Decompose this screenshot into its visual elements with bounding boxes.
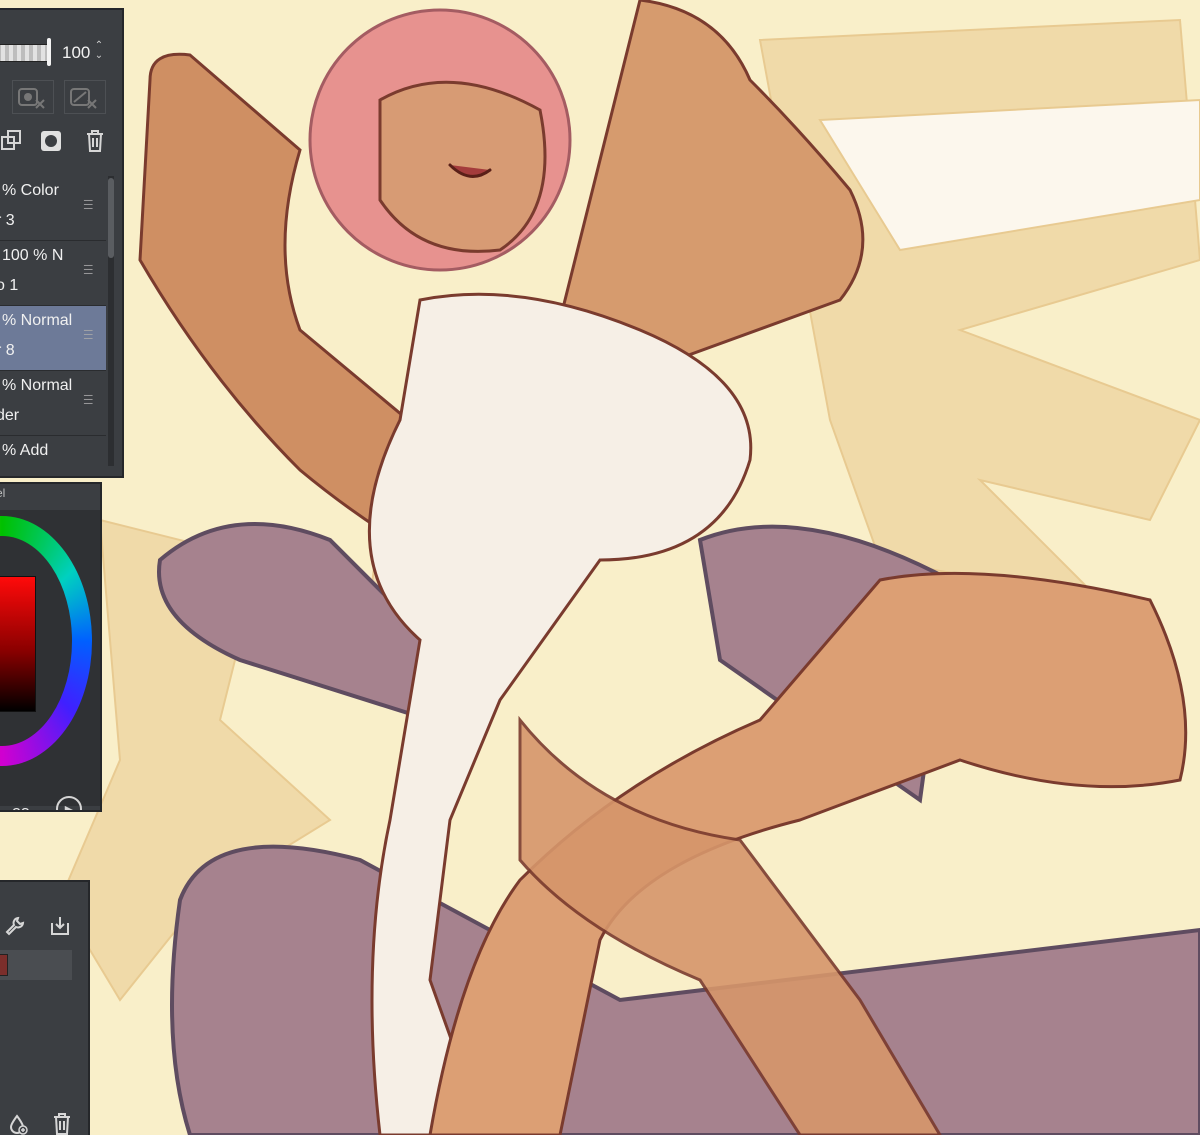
record-icon-button[interactable] (36, 126, 66, 156)
layer-row-selected[interactable]: % Normal r 8 ─── (0, 306, 106, 371)
layer-opacity-control[interactable]: 100 ⌃ ⌄ (0, 34, 122, 66)
layer-list: % Color r 3 ─── 100 % N o 1 ─── % Normal… (0, 176, 106, 468)
layer-blend-mode: % Normal (2, 377, 73, 394)
wrench-icon (5, 916, 25, 936)
color-wheel-area: 23 ▶ (0, 510, 100, 810)
opacity-stepper[interactable]: ⌃ ⌄ (92, 41, 106, 63)
layer-scrollbar[interactable] (108, 176, 114, 466)
layer-row[interactable]: % Add (0, 436, 106, 476)
layer-row[interactable]: % Color r 3 ─── (0, 176, 106, 241)
sub-tool-panel (0, 880, 90, 1135)
record-icon (41, 131, 61, 151)
layer-menu-icon[interactable]: ─ ─ ─ (84, 389, 93, 409)
layer-menu-icon[interactable]: ─ ─ ─ (84, 324, 93, 344)
color-chip (0, 954, 8, 976)
layer-blend-mode: % Add (2, 442, 49, 459)
layer-blend-mode: % Normal (2, 312, 73, 329)
delete-sub-tool-button[interactable] (48, 1110, 76, 1135)
layer-name: der (0, 407, 20, 424)
droplet-add-icon (9, 1114, 28, 1135)
color-panel: el 23 ▶ (0, 482, 102, 812)
delete-layer-button[interactable] (80, 126, 110, 156)
ruler-mask-icon-button[interactable] (64, 80, 106, 114)
ruler-mask-icon (70, 88, 97, 109)
layer-menu-icon[interactable]: ─ ─ ─ (84, 259, 93, 279)
layer-row[interactable]: 100 % N o 1 ─── (0, 241, 106, 306)
mask-icon-button[interactable] (12, 80, 54, 114)
color-panel-title: el (0, 486, 6, 500)
add-droplet-button[interactable] (4, 1110, 32, 1135)
layer-blend-mode: % Color (2, 182, 59, 199)
layer-blend-mode: 100 % N (2, 247, 64, 264)
color-value-label: 23 (12, 806, 30, 810)
copy-icon (1, 130, 21, 150)
opacity-slider-knob[interactable] (47, 38, 51, 66)
trash-icon (87, 130, 103, 152)
opacity-slider-track[interactable] (0, 44, 50, 62)
layer-panel: 100 ⌃ ⌄ % Color 3 ─ ─ ─ 100 % N 1 ─ ─ ─ … (0, 8, 124, 478)
import-button[interactable] (46, 912, 74, 940)
layer-name: r 3 (0, 212, 15, 229)
settings-button[interactable] (2, 912, 28, 940)
layer-name: o 1 (0, 277, 19, 294)
import-icon (51, 917, 69, 935)
opacity-value[interactable]: 100 (62, 43, 90, 63)
copy-icon-button[interactable] (0, 126, 24, 156)
layer-menu-icon[interactable]: ─ ─ ─ (84, 194, 93, 214)
layer-row[interactable]: % Normal der ─── (0, 371, 106, 436)
sub-tool-item[interactable] (0, 950, 72, 980)
drawing-canvas[interactable] (0, 0, 1200, 1135)
play-icon[interactable]: ▶ (56, 796, 82, 810)
mask-icon (18, 88, 45, 109)
saturation-value-square[interactable] (0, 576, 36, 712)
trash-icon (54, 1113, 70, 1135)
layer-name: r 8 (0, 342, 15, 359)
layer-scrollbar-thumb[interactable] (108, 178, 114, 258)
